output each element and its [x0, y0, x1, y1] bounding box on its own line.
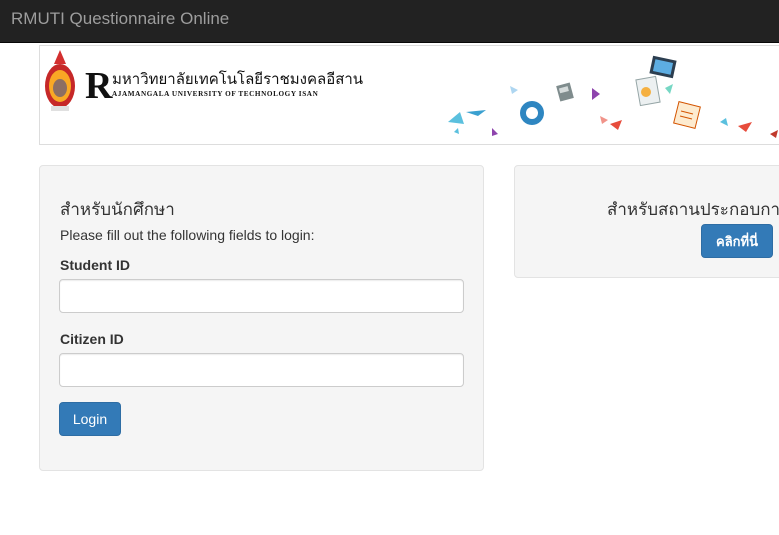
- citizen-id-label: Citizen ID: [60, 331, 124, 347]
- university-banner: R มหาวิทยาลัยเทคโนโลยีราชมงคลอีสาน AJAMA…: [39, 45, 779, 145]
- navbar-brand[interactable]: RMUTI Questionnaire Online: [11, 9, 229, 29]
- university-seal-icon: [45, 50, 75, 111]
- university-name-thai: มหาวิทยาลัยเทคโนโลยีราชมงคลอีสาน: [112, 70, 363, 88]
- logo-letter: R: [85, 65, 113, 107]
- student-id-label: Student ID: [60, 257, 130, 273]
- employer-click-here-button[interactable]: คลิกที่นี่: [701, 224, 773, 258]
- login-button[interactable]: Login: [59, 402, 121, 436]
- login-instructions: Please fill out the following fields to …: [60, 227, 315, 243]
- banner-artwork: R มหาวิทยาลัยเทคโนโลยีราชมงคลอีสาน AJAMA…: [45, 50, 778, 138]
- top-navbar: RMUTI Questionnaire Online: [0, 0, 779, 43]
- decorative-education-icons: [448, 55, 778, 138]
- university-name-english: AJAMANGALA UNIVERSITY OF TECHNOLOGY ISAN: [112, 90, 319, 98]
- student-login-panel: สำหรับนักศึกษา Please fill out the follo…: [39, 165, 484, 471]
- employer-panel: สำหรับสถานประกอบกา คลิกที่นี่: [514, 165, 779, 278]
- employer-panel-title: สำหรับสถานประกอบกา: [607, 200, 779, 220]
- student-panel-title: สำหรับนักศึกษา: [60, 200, 175, 220]
- student-id-input[interactable]: [59, 279, 464, 313]
- citizen-id-input[interactable]: [59, 353, 464, 387]
